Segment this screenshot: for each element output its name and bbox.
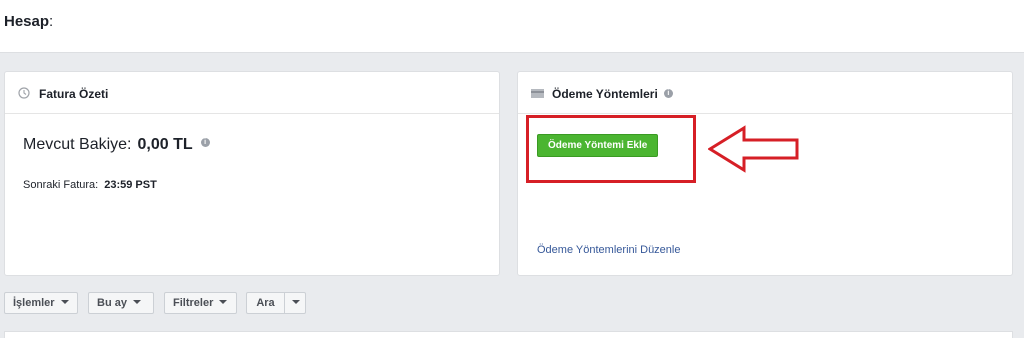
balance-label: Mevcut Bakiye: bbox=[23, 136, 132, 153]
transactions-table bbox=[4, 331, 1013, 338]
payment-methods-title-wrap: Ödeme Yöntemleri i bbox=[552, 87, 673, 101]
transactions-dropdown-label: İşlemler bbox=[13, 297, 55, 309]
balance-info-icon[interactable]: i bbox=[200, 138, 210, 148]
account-label-colon: : bbox=[49, 13, 54, 30]
account-label: Hesap: bbox=[4, 13, 53, 30]
clock-icon bbox=[18, 87, 30, 99]
credit-card-icon bbox=[531, 89, 544, 98]
edit-payment-methods-link[interactable]: Ödeme Yöntemlerini Düzenle bbox=[537, 244, 680, 256]
highlight-box bbox=[526, 115, 696, 183]
billing-summary-card: Fatura Özeti Mevcut Bakiye: 0,00 TL i Sonr… bbox=[4, 71, 500, 276]
left-arrow-icon bbox=[708, 125, 799, 173]
top-bar: Hesap: bbox=[0, 0, 1024, 53]
chevron-down-icon bbox=[291, 300, 300, 305]
payment-info-icon[interactable]: i bbox=[663, 89, 673, 99]
chevron-down-icon bbox=[132, 300, 141, 305]
period-dropdown-label: Bu ay bbox=[97, 297, 127, 309]
next-invoice-value: 23:59 PST bbox=[104, 179, 157, 191]
payment-methods-header: Ödeme Yöntemleri i bbox=[518, 72, 1012, 114]
search-dropdown[interactable]: Ara bbox=[246, 292, 306, 314]
filters-dropdown-label: Filtreler bbox=[173, 297, 214, 309]
search-dropdown-label[interactable]: Ara bbox=[247, 293, 284, 313]
billing-summary-title: Fatura Özeti bbox=[39, 87, 109, 101]
payment-methods-title: Ödeme Yöntemleri bbox=[552, 87, 658, 101]
transactions-dropdown[interactable]: İşlemler bbox=[4, 292, 78, 314]
search-dropdown-toggle[interactable] bbox=[284, 293, 306, 313]
filters-dropdown[interactable]: Filtreler bbox=[164, 292, 237, 314]
period-dropdown[interactable]: Bu ay bbox=[88, 292, 154, 314]
chevron-down-icon bbox=[60, 300, 69, 305]
chevron-down-icon bbox=[219, 300, 228, 305]
balance-row: Mevcut Bakiye: 0,00 TL i bbox=[23, 136, 210, 154]
account-label-text: Hesap bbox=[4, 13, 50, 30]
balance-value: 0,00 TL bbox=[137, 136, 193, 153]
next-invoice-label: Sonraki Fatura: bbox=[23, 179, 99, 191]
billing-summary-header: Fatura Özeti bbox=[5, 72, 499, 114]
next-invoice-row: Sonraki Fatura: 23:59 PST bbox=[23, 179, 157, 191]
